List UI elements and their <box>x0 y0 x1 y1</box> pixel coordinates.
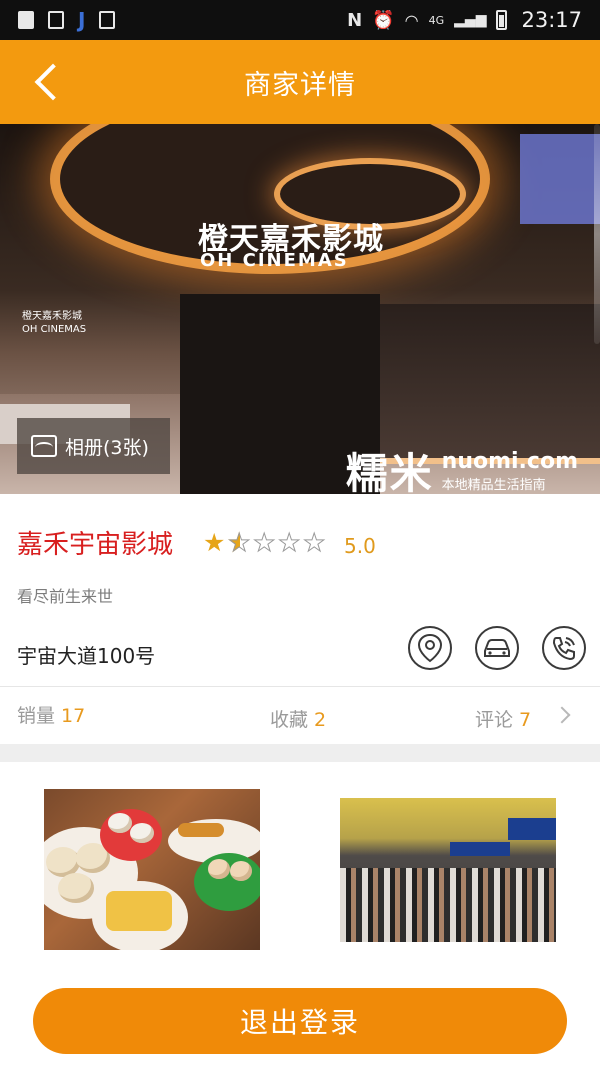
call-button[interactable] <box>542 626 586 670</box>
rating-stars: ★ ★ ★ ★ ★ <box>203 528 327 557</box>
hero-small-logo-en: OH CINEMAS <box>22 324 87 335</box>
shumai <box>230 861 252 881</box>
reviews-value: 7 <box>519 709 532 731</box>
logout-button[interactable]: 退出登录 <box>33 988 567 1054</box>
section-divider <box>0 744 600 762</box>
hero-window <box>520 134 600 224</box>
signal-icon: ▂▄▆ <box>454 12 487 28</box>
store-sign <box>508 818 556 840</box>
nuomi-watermark: 糯米 nuomi.com 本地精品生活指南 <box>345 440 578 495</box>
favorites-label: 收藏 <box>270 709 309 731</box>
alert-notification-icon <box>18 11 34 29</box>
watermark-right: nuomi.com 本地精品生活指南 <box>442 449 578 493</box>
favorites-value: 2 <box>314 709 327 731</box>
food-photo[interactable] <box>44 789 260 950</box>
star-full-icon: ★ <box>203 528 226 557</box>
star-empty-icon: ★ <box>278 528 301 557</box>
merchant-slogan: 看尽前生来世 <box>17 587 114 606</box>
star-half-icon: ★ <box>228 528 251 557</box>
reviews-label: 评论 <box>475 709 514 731</box>
hero-sign-en: OH CINEMAS <box>200 250 349 271</box>
merchant-name: 嘉禾宇宙影城 <box>17 530 174 560</box>
chevron-right-icon[interactable] <box>553 706 571 724</box>
network-label: 4G <box>428 13 445 27</box>
crowd <box>340 868 556 942</box>
alarm-icon: ⏰ <box>372 9 395 31</box>
navigation-car-button[interactable] <box>475 626 519 670</box>
hero-small-logo-cn: 橙天嘉禾影城 <box>22 311 82 322</box>
phone-icon <box>552 637 575 661</box>
watermark-en: nuomi.com <box>441 448 578 474</box>
app-notification-icon: J <box>78 8 86 32</box>
reviews-stat[interactable]: 评论 7 <box>475 705 531 732</box>
status-time: 23:17 <box>521 8 582 32</box>
stats-row: 销量 17 收藏 2 评论 7 <box>0 686 600 744</box>
back-button[interactable] <box>28 62 68 102</box>
nfc-icon: N <box>347 9 363 31</box>
dumpling <box>130 823 154 843</box>
store-sign-2 <box>450 842 510 856</box>
bun <box>58 873 94 903</box>
photo-album-icon <box>31 435 57 457</box>
battery-icon <box>496 10 508 30</box>
sales-stat: 销量 17 <box>17 701 85 728</box>
screenshot-notification-icon <box>99 11 116 29</box>
status-bar: J N ⏰ ◠ 4G ▂▄▆ 23:17 <box>0 0 600 40</box>
shumai <box>208 859 230 879</box>
hero-small-logo: 橙天嘉禾影城 OH CINEMAS <box>22 310 86 336</box>
rating-score: 5.0 <box>344 534 376 558</box>
album-button[interactable]: 相册(3张) <box>17 418 170 474</box>
page-title: 商家详情 <box>244 69 356 101</box>
location-button[interactable] <box>408 626 452 670</box>
edge-panel-handle[interactable] <box>594 124 600 344</box>
merchant-info: 嘉禾宇宙影城 ★ ★ ★ ★ ★ 5.0 看尽前生来世 宇宙大道100号 <box>0 494 600 686</box>
merchant-address: 宇宙大道100号 <box>17 644 156 668</box>
star-empty-icon: ★ <box>253 528 276 557</box>
dumpling <box>108 813 132 833</box>
image-notification-icon <box>48 11 64 29</box>
watermark-sub: 本地精品生活指南 <box>441 477 546 493</box>
album-label: 相册(3张) <box>65 436 149 459</box>
watermark-cn: 糯米 <box>345 449 434 494</box>
favorites-stat[interactable]: 收藏 2 <box>270 705 326 732</box>
omelette <box>106 891 172 931</box>
spring-roll <box>178 823 224 837</box>
sales-value: 17 <box>61 705 86 727</box>
mall-photo[interactable] <box>340 798 556 942</box>
star-empty-icon: ★ <box>303 528 326 557</box>
header-bar: 商家详情 <box>0 40 600 124</box>
photo-gallery <box>0 762 600 982</box>
wifi-icon: ◠ <box>404 10 419 30</box>
location-pin-icon <box>417 633 443 663</box>
merchant-hero-image[interactable]: 橙天嘉禾影城 OH CINEMAS 橙天嘉禾影城 OH CINEMAS 相册(3… <box>0 124 600 494</box>
car-icon <box>484 639 510 657</box>
sales-label: 销量 <box>17 705 56 727</box>
